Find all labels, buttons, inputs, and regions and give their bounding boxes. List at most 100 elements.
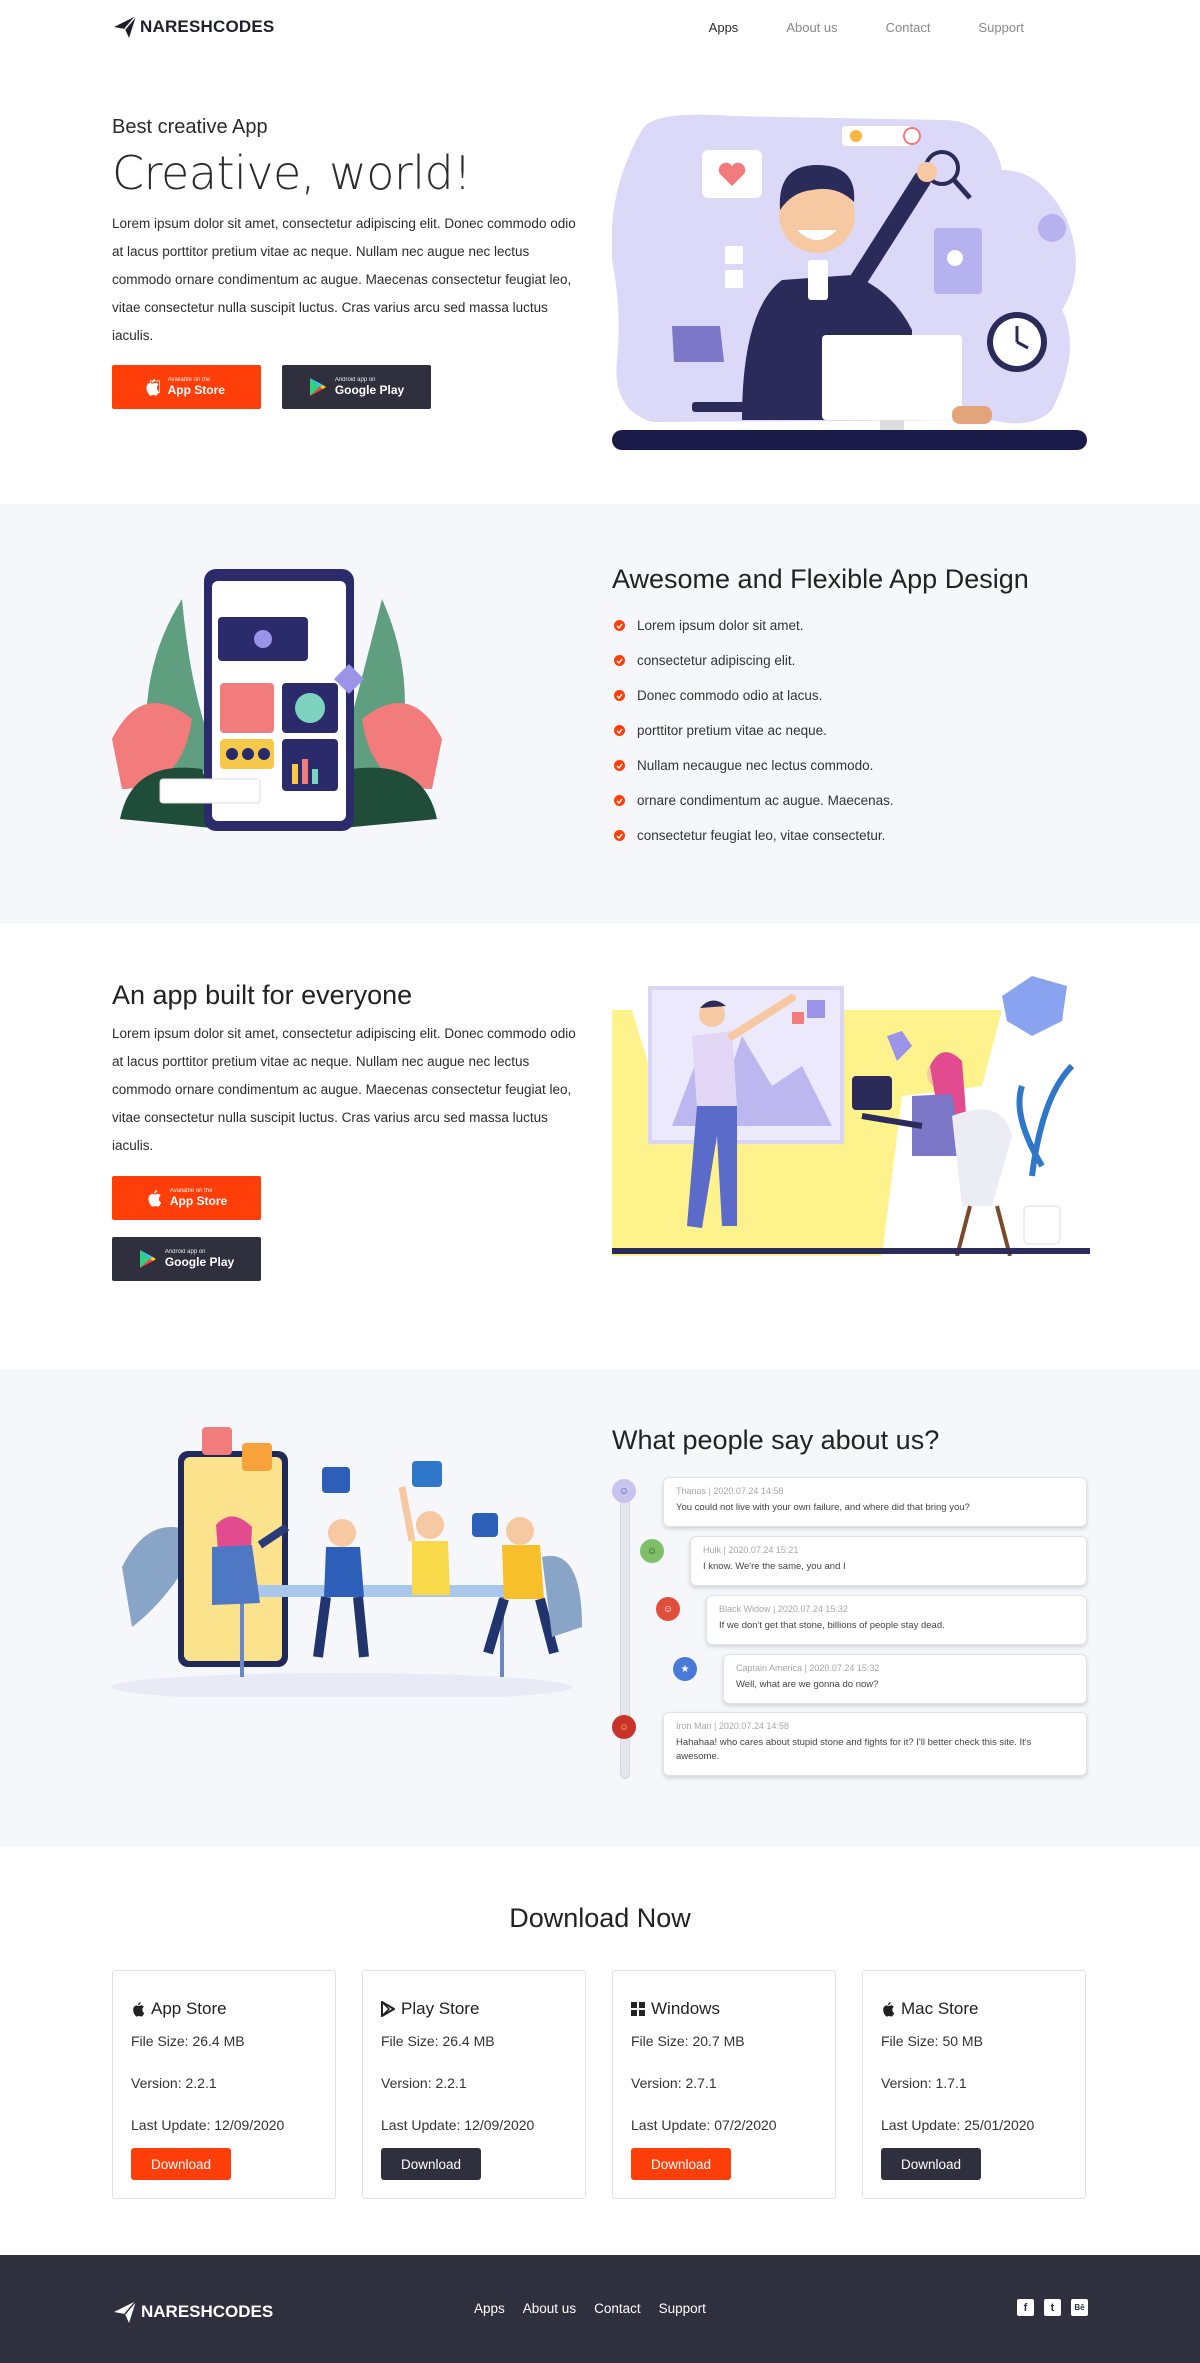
card-title: Mac Store [881, 1999, 978, 2019]
chat-meta: Iron Man | 2020.07.24 14:58 [676, 1721, 789, 1731]
list-item: consectetur feugiat leo, vitae consectet… [614, 818, 894, 853]
card-name: Mac Store [901, 1999, 979, 2018]
file-size: File Size: 20.7 MB [631, 2033, 745, 2049]
chat-meta: Captain America | 2020.07.24 15:32 [736, 1663, 880, 1673]
behance-icon[interactable]: Bē [1071, 2299, 1088, 2316]
apple-glyph-icon [146, 379, 159, 396]
download-button[interactable]: Download [381, 2148, 481, 2180]
chat-meta: Thanos | 2020.07.24 14:58 [676, 1486, 784, 1496]
chat-text: You could not live with your own failure… [676, 1502, 970, 1513]
check-icon [614, 795, 625, 806]
app-store-big: App Store [160, 383, 225, 397]
chat-text: Hahahaa! who cares about stupid stone an… [676, 1737, 1032, 1762]
google-play-button[interactable]: Android app on Google Play [282, 365, 431, 409]
download-button[interactable]: Download [631, 2148, 731, 2180]
google-play-small: Android app on [334, 377, 376, 383]
list-item-label: consectetur adipiscing elit. [637, 653, 796, 668]
testimonials-title: What people say about us? [612, 1425, 940, 1455]
file-size: File Size: 50 MB [881, 2033, 983, 2049]
facebook-icon[interactable]: f [1017, 2299, 1034, 2316]
version: Version: 2.7.1 [631, 2075, 717, 2091]
app-store-button[interactable]:  Available on theApp Store [112, 365, 261, 409]
file-size: File Size: 26.4 MB [381, 2033, 495, 2049]
version: Version: 1.7.1 [881, 2075, 967, 2091]
footer-logo[interactable]: NARESHCODES [112, 2299, 273, 2325]
download-button[interactable]: Download [881, 2148, 981, 2180]
list-item: porttitor pretium vitae ac neque. [614, 713, 894, 748]
footer-nav-support[interactable]: Support [659, 2301, 706, 2316]
last-update: Last Update: 12/09/2020 [131, 2117, 285, 2133]
people-illustration [112, 1427, 582, 1697]
google-play-big: Google Play [164, 1255, 235, 1269]
avatar: ☺ [656, 1597, 680, 1621]
list-item-label: ornare condimentum ac augue. Maecenas. [637, 793, 894, 808]
check-icon [614, 620, 625, 631]
features-section: Awesome and Flexible App Design Lorem ip… [0, 504, 1200, 924]
list-item: Donec commodo odio at lacus. [614, 678, 894, 713]
hero-section: Best creative App Creative, world! Lorem… [0, 58, 1200, 504]
avatar: ☺ [640, 1539, 664, 1563]
testimonials-section: What people say about us? ☺ ☺ ☺ ★ ☺ Than… [0, 1369, 1200, 1847]
footer-nav-contact[interactable]: Contact [594, 2301, 641, 2316]
list-item-label: porttitor pretium vitae ac neque. [637, 723, 827, 738]
apple-icon [133, 2002, 145, 2017]
features-title: Awesome and Flexible App Design [612, 564, 1029, 594]
hero-title: Creative, world! [112, 146, 472, 200]
download-button[interactable]: Download [131, 2148, 231, 2180]
everyone-title: An app built for everyone [112, 980, 413, 1010]
app-store-small: Available on the [169, 1188, 213, 1194]
list-item: Lorem ipsum dolor sit amet. [614, 608, 894, 643]
twitter-icon[interactable]: t [1044, 2299, 1061, 2316]
hero-illustration [612, 114, 1087, 450]
brand-logo[interactable]: NARESHCODES [112, 14, 274, 40]
brand-name: NARESHCODES [141, 2302, 274, 2321]
list-item-label: Nullam necaugue nec lectus commodo. [637, 758, 874, 773]
card-name: Play Store [401, 1999, 480, 2018]
nav-support[interactable]: Support [954, 20, 1048, 35]
chat-text: If we don't get that stone, billions of … [719, 1620, 945, 1631]
last-update: Last Update: 07/2/2020 [631, 2117, 777, 2133]
google-play-big: Google Play [334, 383, 405, 397]
google-play-icon [139, 1250, 156, 1268]
check-icon [614, 830, 625, 841]
avatar: ☺ [612, 1715, 636, 1739]
phone-illustration [112, 569, 442, 831]
google-play-icon [309, 378, 326, 396]
avatar: ★ [673, 1657, 697, 1681]
chat-message: Black Widow | 2020.07.24 15:32 If we don… [706, 1595, 1087, 1645]
download-card-mac-store: Mac Store File Size: 50 MB Version: 1.7.… [862, 1970, 1086, 2199]
chat-text: I know. We're the same, you and I [703, 1561, 846, 1572]
everyone-text: Lorem ipsum dolor sit amet, consectetur … [112, 1026, 576, 1153]
card-name: Windows [651, 1999, 720, 2018]
footer-nav-apps[interactable]: Apps [474, 2301, 505, 2316]
app-store-big: App Store [169, 1194, 228, 1208]
nav-about[interactable]: About us [762, 20, 861, 35]
social-links: f t Bē [1017, 2299, 1088, 2316]
nav-apps[interactable]: Apps [685, 20, 763, 35]
site-footer: NARESHCODES Apps About us Contact Suppor… [0, 2255, 1200, 2363]
chat-message: Iron Man | 2020.07.24 14:58 Hahahaa! who… [663, 1712, 1087, 1776]
footer-nav: Apps About us Contact Support [474, 2301, 706, 2316]
footer-nav-about[interactable]: About us [523, 2301, 576, 2316]
app-store-button-2[interactable]: Available on the App Store [112, 1176, 261, 1220]
chat-text: Well, what are we gonna do now? [736, 1679, 879, 1690]
google-play-button-2[interactable]: Android app on Google Play [112, 1237, 261, 1281]
brand-name: NARESHCODES [140, 17, 275, 36]
hero-eyebrow: Best creative App [112, 116, 268, 138]
check-icon [614, 690, 625, 701]
card-title: App Store [131, 1999, 227, 2019]
list-item: ornare condimentum ac augue. Maecenas. [614, 783, 894, 818]
list-item-label: Donec commodo odio at lacus. [637, 688, 823, 703]
download-card-play-store: Play Store File Size: 26.4 MB Version: 2… [362, 1970, 586, 2199]
card-title: Windows [631, 1999, 720, 2019]
nav-contact[interactable]: Contact [862, 20, 955, 35]
version: Version: 2.2.1 [381, 2075, 467, 2091]
card-title: Play Store [381, 1999, 479, 2019]
app-store-small: Available on the [160, 377, 211, 383]
chat-meta: Hulk | 2020.07.24 15:21 [703, 1545, 799, 1555]
chat-message: Hulk | 2020.07.24 15:21 I know. We're th… [690, 1536, 1087, 1586]
version: Version: 2.2.1 [131, 2075, 217, 2091]
windows-icon [631, 2002, 645, 2016]
check-icon [614, 725, 625, 736]
last-update: Last Update: 12/09/2020 [381, 2117, 535, 2133]
